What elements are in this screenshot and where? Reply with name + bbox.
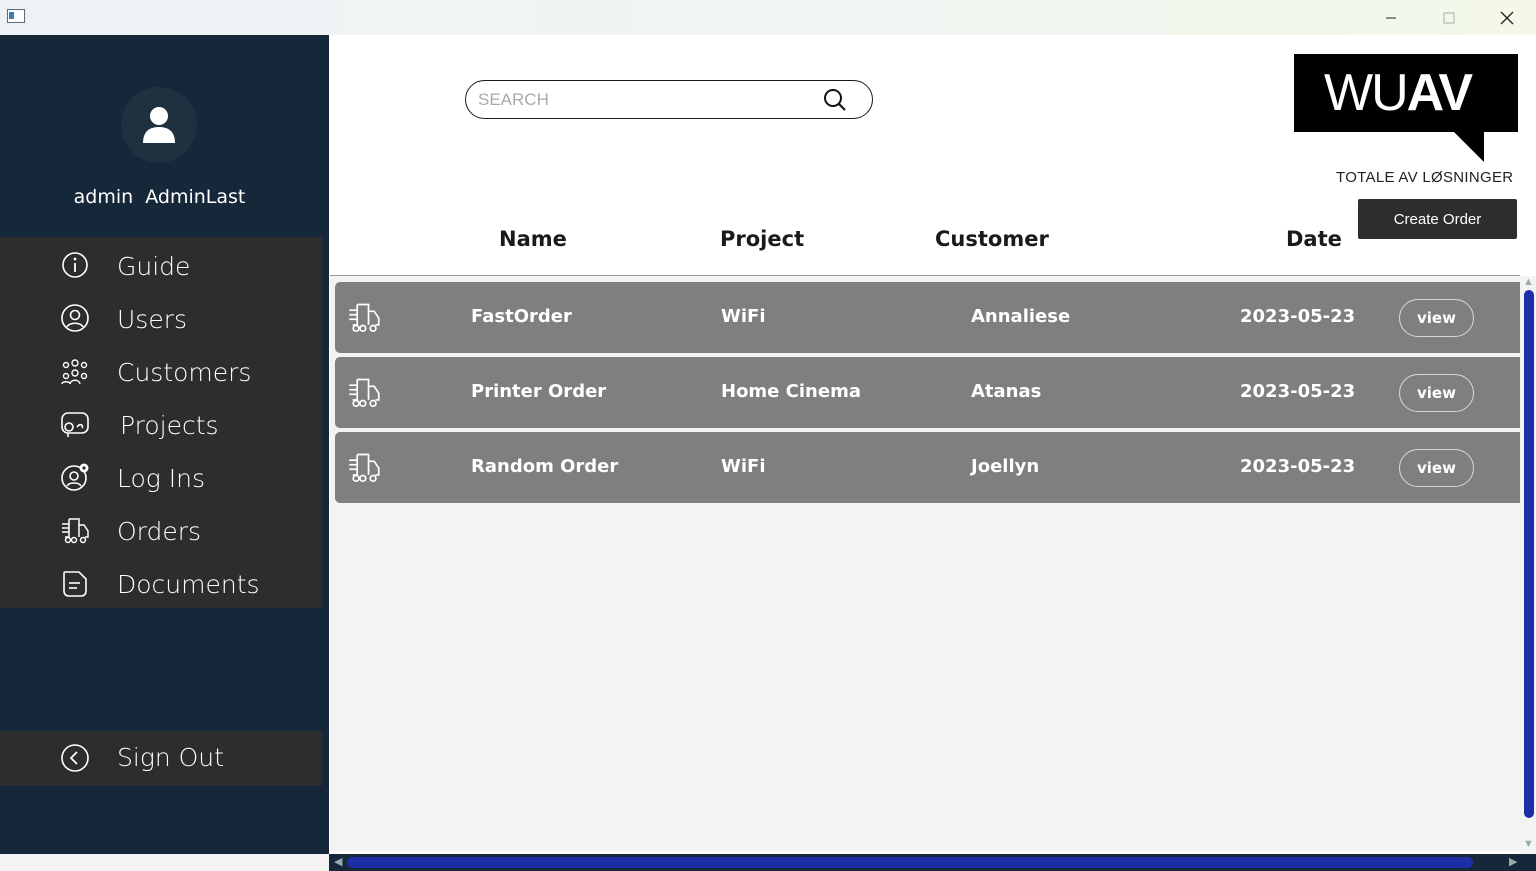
view-button[interactable]: view (1399, 449, 1474, 487)
create-order-button[interactable]: Create Order (1358, 199, 1517, 239)
sidebar-item-projects[interactable]: Projects (0, 398, 322, 451)
user-avatar-icon (143, 107, 175, 143)
orders-list: FastOrder WiFi Annaliese 2023-05-23 view… (330, 275, 1520, 851)
table-row[interactable]: Random Order WiFi Joellyn 2023-05-23 vie… (335, 432, 1520, 503)
vertical-scrollbar[interactable]: ▲ ▼ (1520, 276, 1536, 854)
table-row[interactable]: Printer Order Home Cinema Atanas 2023-05… (335, 357, 1520, 428)
view-button[interactable]: view (1399, 374, 1474, 412)
column-header-date: Date (1286, 227, 1342, 251)
maximize-icon (1443, 12, 1455, 23)
chevron-left-circle-icon (61, 744, 89, 772)
bottom-strip (0, 854, 329, 871)
order-date: 2023-05-23 (1240, 306, 1356, 327)
vertical-scroll-thumb[interactable] (1524, 290, 1534, 818)
sidebar-item-label: Users (117, 305, 188, 334)
order-name: Printer Order (471, 381, 607, 402)
order-project: WiFi (721, 306, 766, 327)
order-customer: Atanas (971, 381, 1042, 402)
scroll-down-icon[interactable]: ▼ (1523, 838, 1534, 850)
company-logo: WUAV TOTALE AV LØSNINGER (1294, 54, 1519, 186)
logo-text-bold: AV (1406, 64, 1473, 122)
sidebar-item-orders[interactable]: Orders (0, 504, 322, 557)
maximize-button[interactable] (1420, 0, 1478, 35)
delivery-truck-icon (349, 453, 380, 483)
minimize-button[interactable] (1362, 0, 1420, 35)
search-box[interactable] (465, 80, 873, 119)
main-content: WUAV TOTALE AV LØSNINGER Create Order Na… (329, 35, 1536, 871)
sidebar-item-label: Guide (117, 252, 191, 281)
order-date: 2023-05-23 (1240, 456, 1356, 477)
document-icon (63, 571, 87, 597)
sidebar-item-log-ins[interactable]: Log Ins (0, 451, 322, 504)
order-customer: Annaliese (971, 306, 1071, 327)
column-header-project: Project (720, 227, 805, 251)
minimize-icon (1386, 17, 1396, 18)
order-customer: Joellyn (971, 456, 1040, 477)
sidebar: admin AdminLast Guide Users Customers Pr… (0, 35, 329, 854)
sidebar-item-documents[interactable]: Documents (0, 557, 322, 610)
scroll-up-icon[interactable]: ▲ (1523, 276, 1534, 288)
logo-wordmark: WUAV (1324, 64, 1473, 122)
title-bar (0, 0, 1536, 35)
user-gear-icon (61, 463, 89, 491)
close-button[interactable] (1478, 0, 1536, 35)
user-first-name: admin (73, 186, 134, 208)
sidebar-item-users[interactable]: Users (0, 292, 322, 345)
delivery-truck-icon (349, 303, 380, 333)
scroll-right-icon[interactable]: ▶ (1509, 855, 1517, 868)
close-icon (1500, 11, 1514, 24)
user-circle-icon (61, 304, 89, 332)
sidebar-item-customers[interactable]: Customers (0, 345, 322, 398)
order-name: FastOrder (471, 306, 572, 327)
horizontal-scroll-thumb[interactable] (347, 857, 1473, 868)
order-name: Random Order (471, 456, 619, 477)
window-app-icon (7, 9, 25, 23)
sidebar-item-label: Documents (117, 570, 260, 599)
column-header-customer: Customer (935, 227, 1049, 251)
delivery-truck-icon (349, 378, 380, 408)
view-button[interactable]: view (1399, 299, 1474, 337)
avatar (121, 87, 197, 163)
delivery-truck-icon (62, 518, 89, 544)
logo-tagline: TOTALE AV LØSNINGER (1336, 169, 1514, 186)
column-header-name: Name (499, 227, 567, 251)
sidebar-item-label: Customers (117, 358, 252, 387)
table-row[interactable]: FastOrder WiFi Annaliese 2023-05-23 view (335, 282, 1520, 353)
sidebar-item-label: Log Ins (117, 464, 205, 493)
sign-out-button[interactable]: Sign Out (0, 731, 322, 786)
logo-box: WUAV (1294, 54, 1518, 132)
projector-icon (61, 412, 89, 437)
user-last-name: AdminLast (145, 186, 246, 208)
logo-speech-tail (1452, 130, 1484, 162)
sign-out-label: Sign Out (117, 743, 224, 772)
info-icon (62, 252, 88, 278)
horizontal-scrollbar[interactable]: ◀ ▶ (329, 854, 1536, 871)
sidebar-nav: Guide Users Customers Projects Log Ins O… (0, 237, 322, 608)
order-project: WiFi (721, 456, 766, 477)
user-name: admin AdminLast (0, 186, 319, 208)
scroll-left-icon[interactable]: ◀ (334, 855, 342, 868)
search-icon[interactable] (823, 88, 847, 112)
search-input[interactable] (478, 89, 808, 111)
sidebar-item-label: Orders (117, 517, 202, 546)
sidebar-item-label: Projects (120, 411, 219, 440)
sidebar-item-guide[interactable]: Guide (0, 239, 322, 292)
order-project: Home Cinema (721, 381, 861, 402)
order-date: 2023-05-23 (1240, 381, 1356, 402)
logo-text-thin: WU (1324, 64, 1409, 122)
group-icon (61, 359, 88, 385)
